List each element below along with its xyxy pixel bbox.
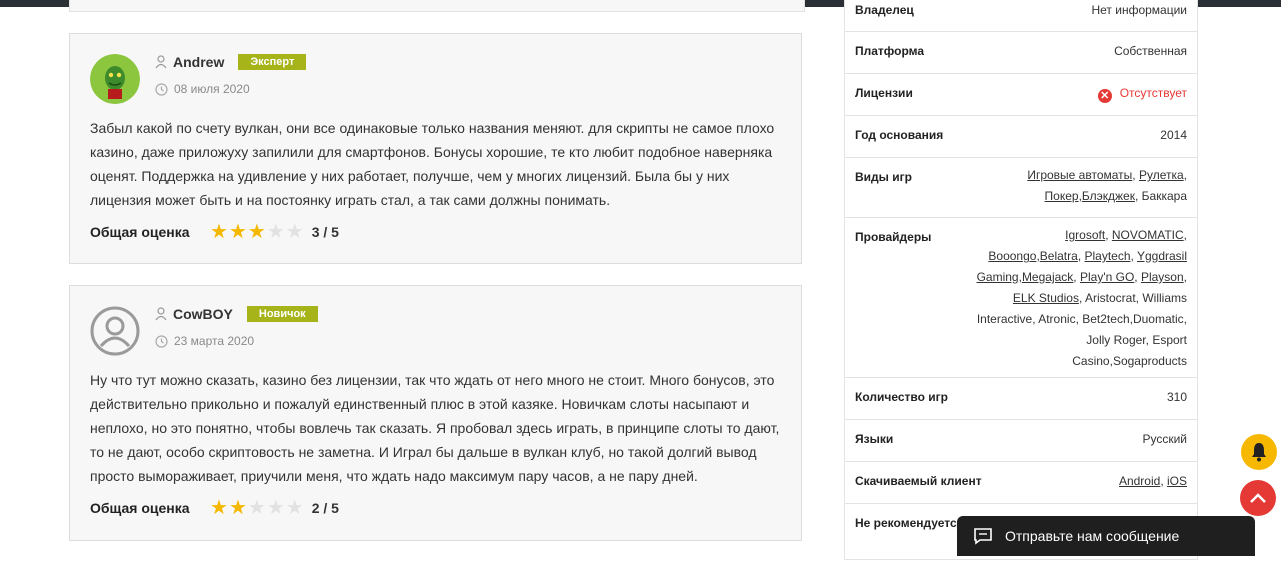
info-row-owner: Владелец Нет информации	[845, 0, 1197, 32]
info-label: Платформа	[855, 44, 925, 58]
info-text: Bet2tech	[1082, 312, 1130, 326]
info-label: Не рекомендуется	[855, 516, 964, 530]
star-empty-icon: ★	[285, 221, 304, 243]
overall-rating: Общая оценка ★ ★ ★ ★ ★ 3 / 5	[90, 222, 339, 242]
info-link[interactable]: Playson	[1141, 270, 1184, 284]
info-link[interactable]: Igrosoft	[1065, 228, 1105, 242]
info-row-providers: Провайдеры Igrosoft, NOVOMATIC, Booongo,…	[845, 218, 1197, 378]
star-empty-icon: ★	[266, 497, 285, 519]
rating-label: Общая оценка	[90, 500, 190, 516]
bell-icon	[1252, 443, 1266, 462]
info-link[interactable]: Megajack	[1022, 270, 1073, 284]
info-value: 2014	[1160, 128, 1187, 142]
star-filled-icon: ★	[228, 497, 247, 519]
info-value: Собственная	[1114, 44, 1187, 58]
info-link[interactable]: Booongo	[988, 249, 1036, 263]
info-label: Виды игр	[855, 170, 912, 184]
info-text: Баккара	[1141, 189, 1187, 203]
reviewer-badge: Эксперт	[238, 54, 307, 70]
info-link[interactable]: Рулетка	[1139, 168, 1184, 182]
reviewer-name: Andrew	[173, 54, 225, 70]
casino-info-table: Владелец Нет информации Платформа Собств…	[844, 0, 1198, 560]
reviewer-name: CowBOY	[173, 306, 233, 322]
info-label: Лицензии	[855, 86, 913, 100]
review-card: CowBOY Новичок 23 марта 2020 Ну что тут …	[69, 285, 802, 541]
star-empty-icon: ★	[266, 221, 285, 243]
arrow-up-icon	[1250, 493, 1266, 503]
rating-stars: ★ ★ ★ ★ ★	[210, 498, 304, 518]
info-value: Android, iOS	[1118, 474, 1187, 488]
rating-score: 2 / 5	[311, 500, 339, 516]
info-text: Atronic	[1038, 312, 1076, 326]
info-text: Duomatic	[1132, 312, 1184, 326]
clock-icon	[155, 82, 168, 96]
rating-stars: ★ ★ ★ ★ ★	[210, 222, 304, 242]
reviewer-badge: Новичок	[246, 306, 318, 322]
info-link[interactable]: Playtech	[1084, 249, 1130, 263]
star-filled-icon: ★	[210, 497, 228, 519]
info-row-founded: Год основания 2014	[845, 116, 1197, 158]
info-row-game-types: Виды игр Игровые автоматы, Рулетка, Поке…	[845, 158, 1197, 218]
info-link[interactable]: Блэкджек	[1082, 189, 1135, 203]
info-value: Русский	[1142, 432, 1187, 446]
license-status: Отсутствует	[1119, 86, 1187, 100]
info-row-client: Скачиваемый клиент Android, iOS	[845, 462, 1197, 504]
star-filled-icon: ★	[228, 221, 247, 243]
info-label: Скачиваемый клиент	[855, 474, 982, 488]
info-row-licenses: Лицензии ✕ Отсутствует	[845, 74, 1197, 116]
info-text: Aristocrat	[1084, 291, 1136, 305]
info-value: Igrosoft, NOVOMATIC, Booongo,Belatra, Pl…	[976, 228, 1187, 368]
star-empty-icon: ★	[285, 497, 304, 519]
info-text: Jolly Roger	[1086, 333, 1146, 347]
review-date: 23 марта 2020	[174, 334, 255, 348]
rating-label: Общая оценка	[90, 224, 190, 240]
info-value: Игровые автоматы, Рулетка, Покер,Блэкдже…	[1027, 168, 1187, 203]
info-label: Год основания	[855, 128, 944, 142]
info-label: Провайдеры	[855, 230, 932, 244]
info-label: Количество игр	[855, 390, 948, 404]
info-link[interactable]: iOS	[1167, 474, 1187, 488]
review-text: Ну что тут можно сказать, казино без лиц…	[90, 372, 780, 484]
previous-review-card	[69, 0, 805, 12]
info-row-languages: Языки Русский	[845, 420, 1197, 462]
info-link[interactable]: ELK Studios	[1013, 291, 1079, 305]
review-card: Andrew Эксперт 08 июля 2020 Забыл какой …	[69, 33, 802, 264]
notifications-button[interactable]	[1241, 434, 1277, 470]
star-filled-icon: ★	[210, 221, 228, 243]
review-text: Забыл какой по счету вулкан, они все оди…	[90, 120, 775, 208]
info-value: Нет информации	[1091, 3, 1187, 17]
user-icon	[155, 55, 167, 69]
default-user-avatar-icon	[90, 306, 140, 356]
chat-message-icon	[974, 528, 992, 545]
info-link[interactable]: Android	[1119, 474, 1160, 488]
info-link[interactable]: Игровые автоматы	[1027, 168, 1132, 182]
chat-label: Отправьте нам сообщение	[1005, 528, 1180, 544]
info-label: Языки	[855, 432, 894, 446]
info-link[interactable]: Belatra	[1040, 249, 1078, 263]
clock-icon	[155, 334, 168, 348]
star-filled-icon: ★	[247, 221, 266, 243]
info-link[interactable]: Покер	[1045, 189, 1079, 203]
info-link[interactable]: Play'n GO	[1080, 270, 1134, 284]
user-icon	[155, 307, 167, 321]
rating-score: 3 / 5	[311, 224, 339, 240]
error-x-icon: ✕	[1097, 89, 1112, 103]
chat-send-message-bar[interactable]: Отправьте нам сообщение	[957, 516, 1255, 556]
info-value: 310	[1166, 390, 1187, 404]
info-text: Sogaproducts	[1112, 354, 1187, 368]
review-date: 08 июля 2020	[174, 82, 250, 96]
info-row-platform: Платформа Собственная	[845, 32, 1197, 74]
info-link[interactable]: NOVOMATIC	[1112, 228, 1184, 242]
overall-rating: Общая оценка ★ ★ ★ ★ ★ 2 / 5	[90, 498, 339, 518]
info-label: Владелец	[855, 3, 914, 17]
grinch-avatar-icon	[90, 54, 140, 104]
star-empty-icon: ★	[247, 497, 266, 519]
scroll-to-top-button[interactable]	[1240, 480, 1276, 516]
info-row-games-count: Количество игр 310	[845, 378, 1197, 420]
info-value: ✕ Отсутствует	[1097, 86, 1187, 103]
